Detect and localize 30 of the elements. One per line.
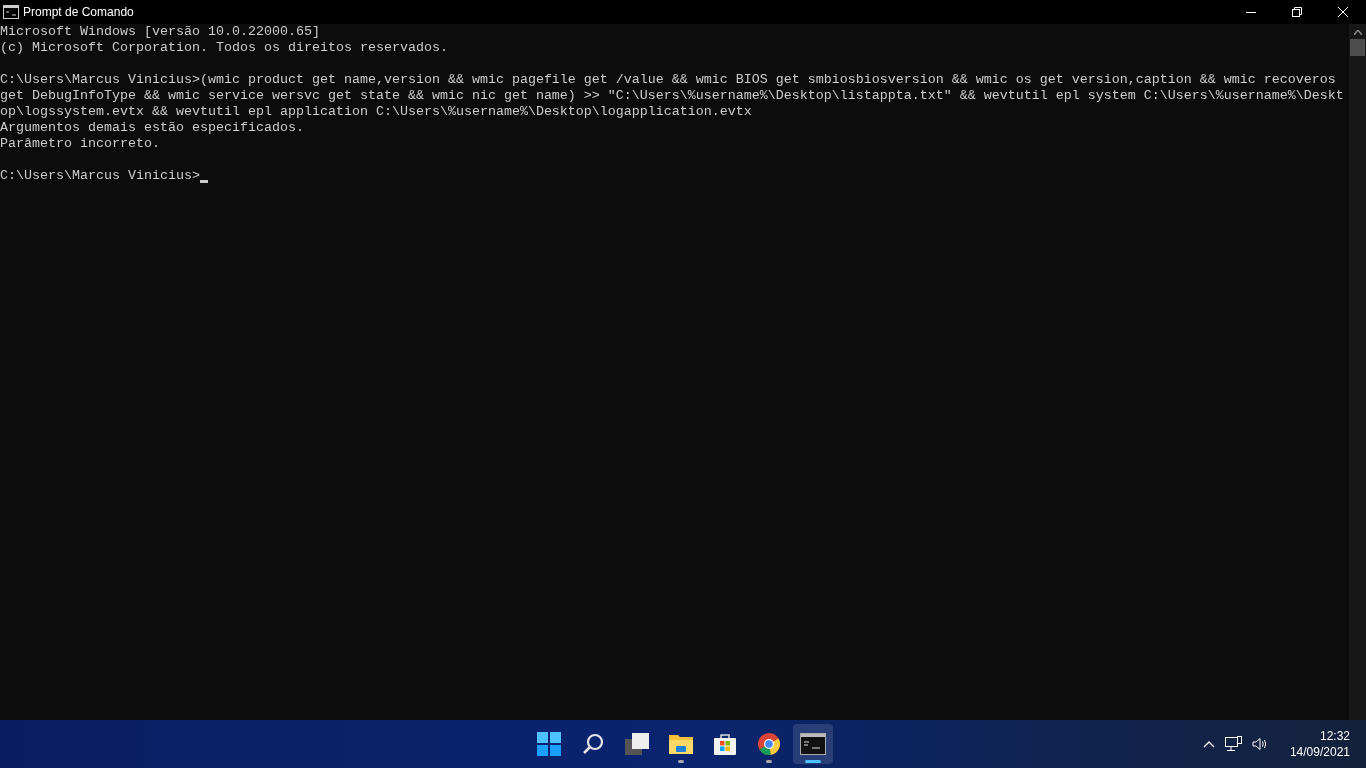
terminal-icon (3, 5, 19, 19)
windows-logo-icon (537, 732, 561, 756)
folder-icon (668, 732, 694, 756)
scrollbar-thumb[interactable] (1350, 39, 1365, 56)
running-indicator (678, 760, 684, 763)
chevron-up-icon[interactable] (1202, 740, 1215, 748)
browser-icon (757, 732, 781, 756)
speaker-icon[interactable] (1251, 737, 1268, 751)
shopping-bag-icon (713, 732, 737, 756)
console-line: op\logssystem.evtx && wevtutil epl application C:\Users\%username%\Desktop\logapplication.evtx (0, 104, 752, 120)
console-line: Argumentos demais estão especificados. (0, 120, 304, 136)
console-line: C:\Users\Marcus Vinicius> (0, 168, 200, 184)
taskbar-app-button[interactable] (793, 724, 833, 764)
terminal-icon (800, 733, 826, 755)
minimize-icon (1246, 11, 1256, 13)
restore-icon (1292, 7, 1302, 17)
clock-date[interactable]: 14/09/2021 (1289, 744, 1350, 760)
overlapping-squares-icon (624, 732, 650, 756)
search-icon (581, 732, 605, 756)
clock-time[interactable]: 12:32 (1319, 728, 1350, 744)
running-indicator (766, 760, 772, 763)
console-line: get DebugInfoType && wmic service wersvc get state && wmic nic get name) >> "C:\Users\%username%\Desktop\listappta.txt" && wevtutil epl system C:\Users\%username%\Deskt (0, 88, 1344, 104)
close-icon (1338, 7, 1348, 17)
console-line: C:\Users\Marcus Vinicius>(wmic product get name,version && wmic pagefile get /value && wmic BIOS get smbiosbiosversion && wmic os get version,caption && wmic recoveros (0, 72, 1336, 88)
window-title: Prompt de Comando (23, 4, 134, 21)
network-icon[interactable] (1224, 736, 1242, 752)
console-line: Parâmetro incorreto. (0, 136, 160, 152)
running-indicator (805, 760, 821, 763)
console-line: Microsoft Windows [versão 10.0.22000.65] (0, 24, 320, 40)
console-line: (c) Microsoft Corporation. Todos os direitos reservados. (0, 40, 448, 56)
